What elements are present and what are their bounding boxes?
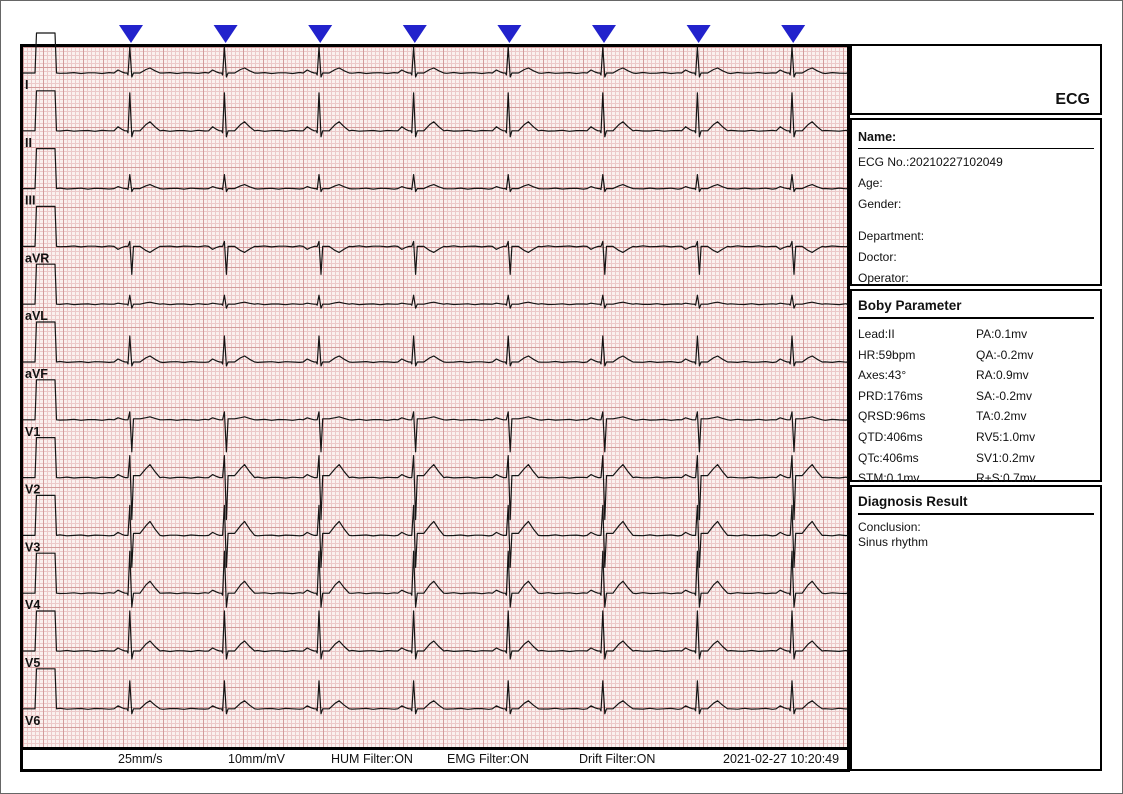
beat-marker-icon — [497, 25, 521, 43]
parameter-left: HR:59bpm — [858, 345, 976, 366]
parameter-left: QTD:406ms — [858, 427, 976, 448]
ecg-grid-panel: 25mm/s 10mm/mV HUM Filter:ON EMG Filter:ON D… — [20, 44, 850, 772]
patient-info-row: Operator: — [858, 268, 1094, 289]
footer-setting: EMG Filter:ON — [447, 752, 529, 766]
parameter-right: RV5:1.0mv — [976, 427, 1094, 448]
patient-info-row: Department: — [858, 226, 1094, 247]
parameter-right: RA:0.9mv — [976, 365, 1094, 386]
footer-setting: HUM Filter:ON — [331, 752, 413, 766]
beat-marker-icon — [403, 25, 427, 43]
footer-setting: Drift Filter:ON — [579, 752, 655, 766]
patient-name-label: Name: — [858, 130, 1094, 149]
conclusion-text: Sinus rhythm — [858, 535, 1094, 550]
beat-marker-icon — [119, 25, 143, 43]
patient-info-row: Doctor: — [858, 247, 1094, 268]
patient-info-rows: ECG No.:20210227102049Age:Gender: Departm… — [852, 149, 1100, 289]
parameter-right: TA:0.2mv — [976, 406, 1094, 427]
parameter-right: SV1:0.2mv — [976, 448, 1094, 469]
footer-setting: 25mm/s — [118, 752, 162, 766]
parameter-right: PA:0.1mv — [976, 324, 1094, 345]
patient-info-row: Age: — [858, 173, 1094, 194]
parameter-left: Lead:II — [858, 324, 976, 345]
ecg-report-window: 25mm/s 10mm/mV HUM Filter:ON EMG Filter:ON D… — [0, 0, 1123, 794]
beat-marker-icon — [687, 25, 711, 43]
diagnosis-result-box: Diagnosis Result Conclusion: Sinus rhyth… — [850, 485, 1102, 771]
beat-marker-icon — [214, 25, 238, 43]
parameter-left: Axes:43° — [858, 365, 976, 386]
beat-marker-icon — [308, 25, 332, 43]
report-title: ECG — [1055, 91, 1090, 109]
footer-bar: 25mm/s 10mm/mV HUM Filter:ON EMG Filter:ON D… — [23, 747, 847, 769]
footer-setting: 10mm/mV — [228, 752, 285, 766]
parameter-left: PRD:176ms — [858, 386, 976, 407]
patient-info-box: Name: ECG No.:20210227102049Age:Gender: D… — [850, 118, 1102, 286]
footer-timestamp: 2021-02-27 10:20:49 — [723, 752, 839, 766]
parameter-left: QRSD:96ms — [858, 406, 976, 427]
diagnosis-heading: Diagnosis Result — [858, 494, 1094, 515]
patient-info-row: Gender: — [858, 194, 1094, 215]
beat-marker-icon — [781, 25, 805, 43]
parameter-right: QA:-0.2mv — [976, 345, 1094, 366]
parameter-left: QTc:406ms — [858, 448, 976, 469]
patient-info-row: ECG No.:20210227102049 — [858, 152, 1094, 173]
body-parameter-heading: Boby Parameter — [858, 298, 1094, 319]
parameter-right: SA:-0.2mv — [976, 386, 1094, 407]
report-title-box: ECG — [850, 44, 1102, 115]
body-parameter-grid: Lead:IIPA:0.1mvHR:59bpmQA:-0.2mvAxes:43°… — [852, 319, 1100, 489]
body-parameter-box: Boby Parameter Lead:IIPA:0.1mvHR:59bpmQA… — [850, 289, 1102, 482]
beat-marker-icon — [592, 25, 616, 43]
conclusion-label: Conclusion: — [858, 520, 1094, 535]
diagnosis-body: Conclusion: Sinus rhythm — [852, 515, 1100, 549]
ecg-grid-paper — [23, 47, 847, 747]
